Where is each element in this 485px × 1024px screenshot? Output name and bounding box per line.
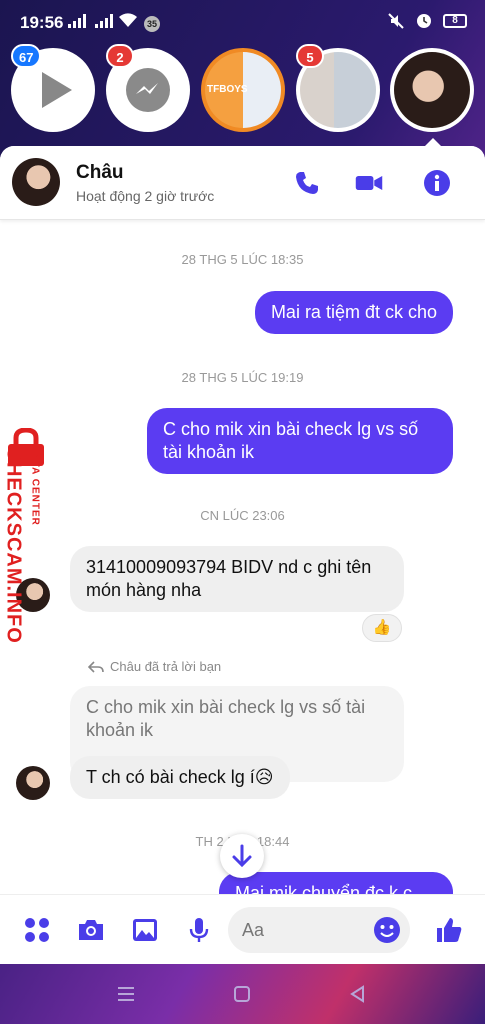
watermark-title: CHECKSCAM.INFO	[2, 446, 25, 644]
status-bar: 19:56 35 8	[0, 0, 485, 44]
message-incoming[interactable]: T ch có bài check lg í😥	[70, 756, 290, 799]
notification-count-badge: 35	[144, 16, 160, 32]
reply-icon	[88, 661, 104, 673]
reaction-badge[interactable]: 👍	[362, 614, 402, 642]
messenger-icon	[126, 68, 170, 112]
contact-status: Hoạt động 2 giờ trước	[76, 188, 215, 204]
group-caption: TFBOYS	[207, 84, 248, 95]
info-icon[interactable]	[422, 168, 452, 198]
phone-icon[interactable]	[292, 168, 322, 198]
scroll-down-button[interactable]	[220, 834, 264, 878]
home-icon[interactable]	[232, 984, 252, 1004]
chat-header: Châu Hoạt động 2 giờ trước	[0, 146, 485, 220]
message-incoming[interactable]: 31410009093794 BIDV nd c ghi tên món hàn…	[70, 546, 404, 612]
mute-icon	[388, 13, 404, 29]
chat-panel: Châu Hoạt động 2 giờ trước 28 THG 5 LÚC …	[0, 146, 485, 964]
microphone-icon[interactable]	[184, 915, 214, 945]
status-time: 19:56	[20, 13, 64, 32]
reply-label: Châu đã trả lời bạn	[110, 659, 222, 674]
timestamp: CN LÚC 23:06	[200, 508, 285, 523]
play-icon	[42, 72, 72, 108]
composer-bar	[0, 894, 485, 964]
unread-badge: 2	[106, 44, 134, 68]
system-nav-bar	[0, 964, 485, 1024]
back-icon[interactable]	[348, 984, 368, 1004]
apps-icon[interactable]	[22, 915, 52, 945]
image-icon[interactable]	[130, 915, 160, 945]
camera-icon[interactable]	[76, 915, 106, 945]
timestamp: 28 THG 5 LÚC 18:35	[181, 252, 304, 267]
watermark: DATA CENTER CHECKSCAM.INFO	[0, 420, 52, 660]
contact-name[interactable]: Châu	[76, 162, 124, 184]
video-call-icon[interactable]	[354, 168, 384, 198]
watermark-subtitle: DATA CENTER	[29, 445, 41, 526]
message-outgoing[interactable]: C cho mik xin bài check lg vs số tài kho…	[147, 408, 453, 474]
alarm-icon	[417, 14, 431, 28]
menu-icon[interactable]	[116, 984, 136, 1004]
message-outgoing[interactable]: Mai ra tiệm đt ck cho	[254, 291, 453, 334]
battery-icon: 8	[443, 14, 467, 28]
unread-badge: 67	[11, 44, 42, 68]
unread-badge: 5	[296, 44, 324, 68]
sender-avatar	[16, 766, 50, 800]
arrow-down-icon	[232, 844, 252, 868]
emoji-icon[interactable]	[372, 915, 402, 945]
signal-icon-2	[95, 14, 113, 28]
signal-icon	[68, 14, 86, 28]
timestamp: 28 THG 5 LÚC 19:19	[181, 370, 304, 385]
wifi-icon	[119, 13, 137, 27]
thumbs-up-icon[interactable]	[434, 915, 464, 945]
avatar[interactable]	[12, 158, 60, 206]
